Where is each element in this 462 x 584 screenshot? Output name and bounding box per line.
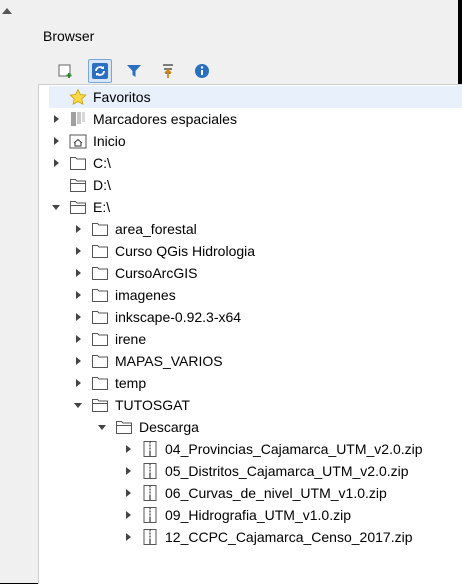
collapse-icon[interactable] [95,416,109,438]
tree-item[interactable]: 05_Distritos_Cajamarca_UTM_v2.0.zip [121,460,409,482]
tree-item[interactable]: Favoritos [49,86,462,108]
tree-item-label: Descarga [139,419,199,435]
tree-item-label: Marcadores espaciales [93,111,237,127]
expand-icon[interactable] [49,152,63,174]
tree-item[interactable]: imagenes [71,284,176,306]
tree-item-label: 04_Provincias_Cajamarca_UTM_v2.0.zip [165,441,423,457]
expand-icon[interactable] [71,284,85,306]
folder-open-icon [69,199,87,215]
tree-item-label: 12_CCPC_Cajamarca_Censo_2017.zip [165,529,413,545]
expand-icon[interactable] [121,526,135,548]
add-layer-icon [58,64,72,78]
tree-item-label: 05_Distritos_Cajamarca_UTM_v2.0.zip [165,463,409,479]
tree-item-label: irene [115,331,147,347]
tree-item[interactable]: Inicio [49,130,126,152]
tree-item-label: C:\ [93,155,111,171]
folder-icon [91,331,109,347]
folder-icon [91,309,109,325]
side-scrollbar[interactable] [0,8,32,583]
info-icon [195,64,209,78]
folder-open-icon [91,397,109,413]
zip-icon [141,507,159,523]
browser-toolbar [54,58,214,84]
tree-item[interactable]: 12_CCPC_Cajamarca_Censo_2017.zip [121,526,412,548]
tree-item[interactable]: TUTOSGAT [71,394,190,416]
tree-item[interactable]: Marcadores espaciales [49,108,237,130]
folder-icon [91,375,109,391]
add-layer-button[interactable] [54,59,78,83]
zip-icon [141,441,159,457]
tree-item[interactable]: D:\ [49,174,111,196]
tree-item[interactable]: 06_Curvas_de_nivel_UTM_v1.0.zip [121,482,387,504]
folder-icon [91,265,109,281]
tree-item-label: 09_Hidrografia_UTM_v1.0.zip [165,507,351,523]
tree-item-label: E:\ [93,199,111,215]
collapse-icon[interactable] [71,394,85,416]
expand-icon[interactable] [71,350,85,372]
folder-icon [91,353,109,369]
tree-item-label: imagenes [115,287,176,303]
expand-icon[interactable] [121,438,135,460]
refresh-button[interactable] [88,59,112,83]
refresh-icon [92,63,108,79]
tree-item-label: D:\ [93,177,111,193]
properties-button[interactable] [190,59,214,83]
tree-item[interactable]: irene [71,328,146,350]
expand-icon[interactable] [121,460,135,482]
tree-item-label: TUTOSGAT [115,397,190,413]
tree-item[interactable]: inkscape-0.92.3-x64 [71,306,241,328]
tree-item-label: 06_Curvas_de_nivel_UTM_v1.0.zip [165,485,387,501]
panel-title: Browser [43,28,95,44]
zip-icon [141,529,159,545]
folder-open-icon [69,177,87,193]
tree-item-label: temp [115,375,147,391]
expand-icon[interactable] [49,130,63,152]
star-icon [69,89,87,105]
tree-item-label: Inicio [93,133,126,149]
home-folder-icon [69,133,87,149]
expand-icon[interactable] [71,218,85,240]
expand-icon[interactable] [71,262,85,284]
expand-icon[interactable] [71,328,85,350]
expand-icon[interactable] [121,482,135,504]
folder-open-icon [115,419,133,435]
tree-item-label: Favoritos [93,89,151,105]
collapse-icon[interactable] [49,196,63,218]
folder-icon [91,243,109,259]
tree-item[interactable]: temp [71,372,146,394]
folder-icon [91,221,109,237]
tree-item-label: area_forestal [115,221,197,237]
zip-icon [141,463,159,479]
tree-item[interactable]: C:\ [49,152,111,174]
folder-icon [69,155,87,171]
tree-item[interactable]: Descarga [95,416,199,438]
tree-item-label: inkscape-0.92.3-x64 [115,309,242,325]
tree-item[interactable]: CursoArcGIS [71,262,197,284]
tree-item-label: Curso QGis Hidrologia [115,243,256,259]
filter-button[interactable] [122,59,146,83]
expand-icon[interactable] [49,108,63,130]
tree-item[interactable]: MAPAS_VARIOS [71,350,223,372]
bookmarks-icon [69,111,87,127]
expand-icon[interactable] [71,372,85,394]
tree-item-label: CursoArcGIS [115,265,198,281]
tree-item[interactable]: 09_Hidrografia_UTM_v1.0.zip [121,504,351,526]
tree-item-label: MAPAS_VARIOS [115,353,223,369]
expand-icon[interactable] [71,306,85,328]
zip-icon [141,485,159,501]
tree-item[interactable]: Curso QGis Hidrologia [71,240,255,262]
tree-item[interactable]: 04_Provincias_Cajamarca_UTM_v2.0.zip [121,438,423,460]
collapse-all-button[interactable] [156,59,180,83]
browser-tree[interactable]: Favoritos Marcadores espaciales Inicio C:\ D… [38,84,462,584]
expand-icon[interactable] [71,240,85,262]
collapse-all-icon [163,64,173,78]
filter-icon [127,65,141,77]
expand-icon[interactable] [121,504,135,526]
tree-item[interactable]: E:\ [49,196,110,218]
folder-icon [91,287,109,303]
scroll-up-icon[interactable] [2,8,12,14]
tree-item[interactable]: area_forestal [71,218,197,240]
